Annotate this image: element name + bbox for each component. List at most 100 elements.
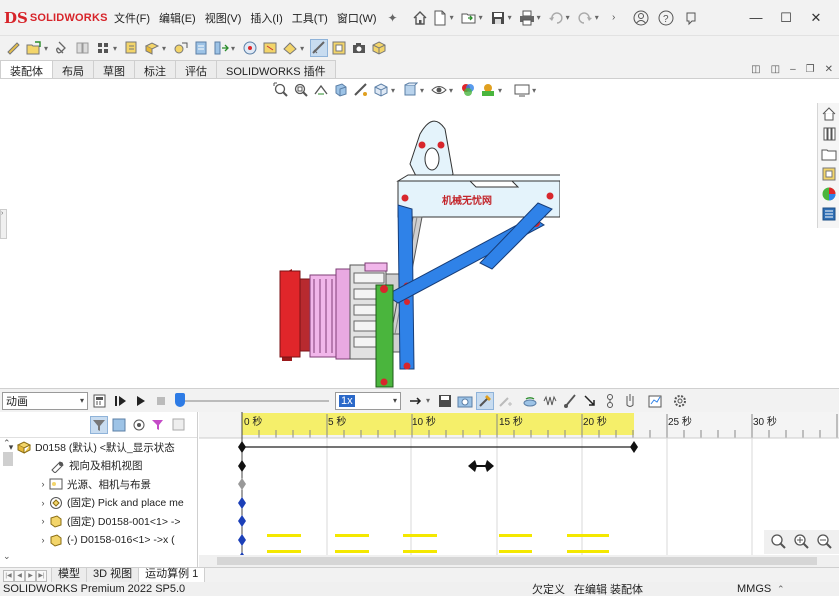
bill-of-materials-icon[interactable] <box>192 39 210 57</box>
chevron-down-icon[interactable]: ▾ <box>426 396 430 405</box>
hide-show-items-icon[interactable] <box>430 81 448 99</box>
add-update-key-icon[interactable] <box>496 392 514 410</box>
doc-restore-button[interactable]: ❐ <box>806 64 815 75</box>
tree-row-root-assembly[interactable]: ▾ D0158 (默认) <默认_显示状态 <box>0 438 197 457</box>
gravity-icon[interactable] <box>581 392 599 410</box>
prev-tab-button[interactable]: ◀ <box>14 570 25 582</box>
filter-collapse-icon[interactable] <box>170 416 188 434</box>
edit-component-icon[interactable] <box>5 39 23 57</box>
hscroll-thumb[interactable] <box>217 557 817 565</box>
key-point[interactable] <box>238 534 246 546</box>
notifications-icon[interactable] <box>682 9 700 27</box>
close-button[interactable]: ✕ <box>801 10 831 26</box>
collapse-icon[interactable]: ◫ <box>751 64 760 75</box>
key-point[interactable] <box>238 460 246 472</box>
tab-evaluate[interactable]: 评估 <box>175 60 217 78</box>
take-snapshot-icon[interactable] <box>281 39 299 57</box>
view-orientation-icon[interactable] <box>372 81 390 99</box>
zoom-to-area-icon[interactable] <box>292 81 310 99</box>
edit-appearance-icon[interactable] <box>459 81 477 99</box>
apply-scene-icon[interactable] <box>479 81 497 99</box>
play-icon[interactable] <box>132 392 150 410</box>
print-icon[interactable] <box>518 9 536 27</box>
chevron-up-icon[interactable]: ⌃ <box>777 584 785 595</box>
menu-tools[interactable]: 工具(T) <box>292 10 328 26</box>
tree-row-d0158-016[interactable]: › (-) D0158-016<1> ->x ( <box>0 531 197 550</box>
display-style-icon[interactable] <box>401 81 419 99</box>
tab-assembly[interactable]: 装配体 <box>0 60 53 78</box>
tab-markup[interactable]: 标注 <box>134 60 176 78</box>
timeline-canvas[interactable]: 0 秒 5 秒 10 秒 15 秒 20 秒 25 秒 30 秒 <box>199 412 839 567</box>
chevron-down-icon[interactable]: ▾ <box>450 13 454 22</box>
animation-wizard-icon[interactable] <box>456 392 474 410</box>
menu-view[interactable]: 视图(V) <box>205 10 242 26</box>
more-arrow-icon[interactable]: › <box>605 9 623 27</box>
key-point[interactable] <box>238 441 246 453</box>
chevron-down-icon[interactable]: ▾ <box>113 44 117 53</box>
chevron-down-icon[interactable]: ▾ <box>449 86 453 95</box>
motion-study-properties-icon[interactable] <box>671 392 689 410</box>
file-explorer-icon[interactable] <box>820 145 838 163</box>
expand-toggle[interactable]: › <box>38 479 48 489</box>
solidworks-logo[interactable]: DS SOLIDWORKS <box>4 9 114 27</box>
doc-close-button[interactable]: ✕ <box>825 64 833 75</box>
expand-toggle[interactable]: › <box>38 498 48 508</box>
mate-icon[interactable] <box>54 39 72 57</box>
chevron-down-icon[interactable]: ▾ <box>532 86 536 95</box>
chevron-down-icon[interactable]: ▾ <box>300 44 304 53</box>
section-view-icon[interactable] <box>332 81 350 99</box>
contact-icon[interactable] <box>561 392 579 410</box>
tab-model[interactable]: 模型 <box>51 567 87 582</box>
tree-row-d0158-001[interactable]: › (固定) D0158-001<1> -> <box>0 512 197 531</box>
menu-edit[interactable]: 编辑(E) <box>159 10 196 26</box>
playback-mode-icon[interactable] <box>407 392 425 410</box>
update-speedpak-icon[interactable] <box>261 39 279 57</box>
open-icon[interactable] <box>460 9 478 27</box>
maximize-button[interactable]: ☐ <box>771 10 801 26</box>
doc-minimize-button[interactable]: – <box>790 64 796 75</box>
tree-row-pick-and-place[interactable]: › (固定) Pick and place me <box>0 494 197 513</box>
playback-speed-select[interactable]: 1x ▾ <box>335 391 401 410</box>
tree-row-lights[interactable]: › 光源、相机与布景 <box>0 475 197 494</box>
filter-results-icon[interactable] <box>150 416 168 434</box>
key-point[interactable] <box>238 478 246 490</box>
chevron-down-icon[interactable]: ▾ <box>595 13 599 22</box>
scroll-thumb[interactable] <box>3 452 13 466</box>
assembly-features-icon[interactable] <box>123 39 141 57</box>
status-units[interactable]: MMGS <box>737 583 771 595</box>
scroll-down-icon[interactable]: ⌄ <box>3 551 11 562</box>
key-point[interactable] <box>238 515 246 527</box>
home-icon[interactable] <box>411 9 429 27</box>
chevron-down-icon[interactable]: ▾ <box>498 86 502 95</box>
solidworks-resources-icon[interactable] <box>820 105 838 123</box>
tab-motion-study-1[interactable]: 运动算例 1 <box>138 567 206 582</box>
tab-layout[interactable]: 布局 <box>52 60 94 78</box>
custom-properties-icon[interactable] <box>820 205 838 223</box>
smart-fasteners-icon[interactable] <box>94 39 112 57</box>
camera-change-bar[interactable] <box>468 460 494 472</box>
pin-icon[interactable]: ✦ <box>388 11 398 25</box>
help-icon[interactable]: ? <box>657 9 675 27</box>
autokey-icon[interactable] <box>476 391 495 410</box>
filter-driving-icon[interactable] <box>110 416 128 434</box>
cube-view-icon[interactable] <box>370 39 388 57</box>
graphics-area[interactable]: ▾ ▾ ▾ ▾ ▾ › 机械无忧网 <box>0 79 839 388</box>
linear-pattern-icon[interactable] <box>74 39 92 57</box>
calculate-icon[interactable] <box>92 392 110 410</box>
tab-addins[interactable]: SOLIDWORKS 插件 <box>216 60 336 78</box>
zoom-to-fit-icon[interactable] <box>272 81 290 99</box>
exploded-view-icon[interactable] <box>212 39 230 57</box>
appearances-icon[interactable] <box>820 185 838 203</box>
menu-insert[interactable]: 插入(I) <box>250 10 282 26</box>
previous-view-icon[interactable] <box>312 81 330 99</box>
view-palette-icon[interactable] <box>820 165 838 183</box>
insert-components-icon[interactable] <box>25 39 43 57</box>
motor-icon[interactable] <box>521 392 539 410</box>
timeline-slider[interactable] <box>175 392 329 410</box>
chevron-down-icon[interactable]: ▾ <box>566 13 570 22</box>
new-file-icon[interactable] <box>431 9 449 27</box>
damper-icon[interactable] <box>621 392 639 410</box>
scroll-up-icon[interactable]: ⌃ <box>3 438 11 449</box>
next-tab-button[interactable]: ▶ <box>25 570 36 582</box>
reference-geometry-icon[interactable] <box>143 39 161 57</box>
